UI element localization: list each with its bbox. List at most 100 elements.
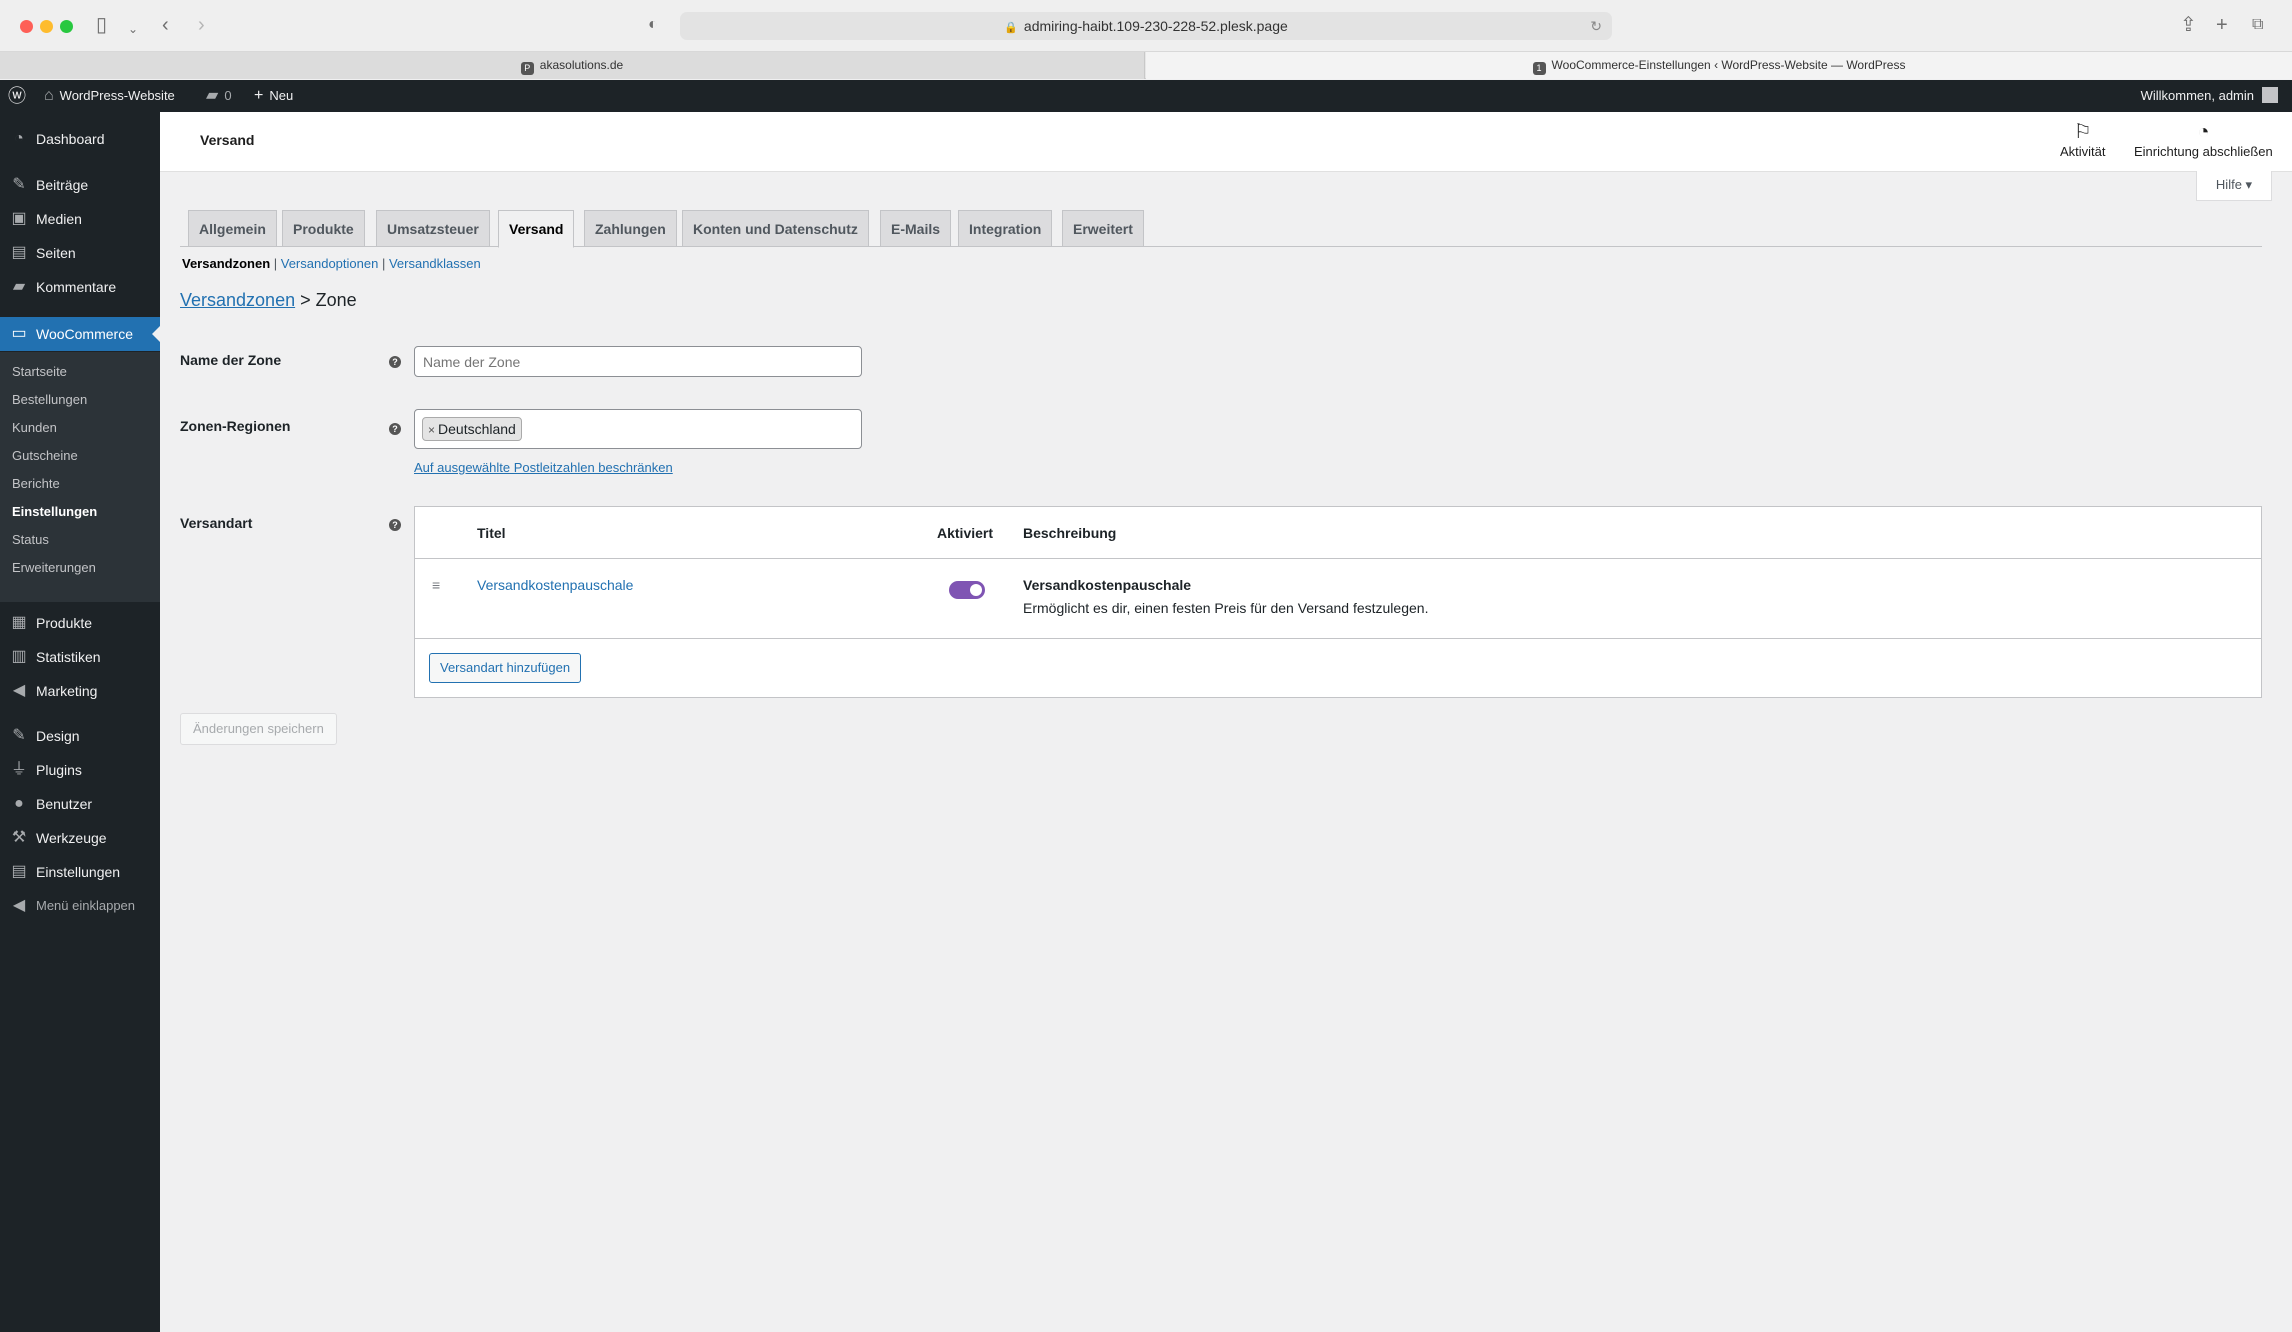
- sidebar-item-label: Produkte: [36, 615, 93, 631]
- submenu-kunden[interactable]: Kunden: [12, 414, 57, 442]
- sidebar-item-pages[interactable]: ▤ Seiten: [0, 236, 160, 270]
- activity-label: Aktivität: [2060, 144, 2106, 159]
- sidebar-item-tools[interactable]: ⚒ Werkzeuge: [0, 821, 160, 855]
- sidebar-toggle-icon[interactable]: ▯: [96, 15, 107, 35]
- submenu-status[interactable]: Status: [12, 526, 49, 554]
- home-icon: ⌂: [44, 87, 54, 104]
- sidebar-item-label: Beiträge: [36, 177, 89, 193]
- save-changes-button[interactable]: Änderungen speichern: [180, 713, 337, 745]
- avatar: [2262, 87, 2278, 103]
- reload-icon[interactable]: ↻: [1590, 12, 1602, 40]
- tab-konten-datenschutz[interactable]: Konten und Datenschutz: [682, 210, 869, 247]
- zoom-window-button[interactable]: [60, 20, 73, 33]
- table-row: ≡ Versandkostenpauschale Versandkostenpa…: [415, 559, 2261, 639]
- sidebar-item-comments[interactable]: ▰ Kommentare: [0, 270, 160, 304]
- settings-icon: ▤: [11, 863, 27, 880]
- comments-link[interactable]: ▰ 0: [206, 80, 232, 112]
- sidebar-item-label: Dashboard: [36, 131, 105, 147]
- sidebar-item-label: Statistiken: [36, 649, 101, 665]
- sidebar-item-marketing[interactable]: ◀ Marketing: [0, 674, 160, 708]
- tab-label: akasolutions.de: [539, 58, 624, 72]
- browser-tab-woocommerce[interactable]: 1 WooCommerce-Einstellungen ‹ WordPress-W…: [1146, 52, 2292, 79]
- submenu-berichte[interactable]: Berichte: [12, 470, 60, 498]
- column-enabled: Aktiviert: [937, 525, 994, 541]
- share-icon[interactable]: ⇪: [2180, 15, 2197, 35]
- sidebar-item-design[interactable]: ✎ Design: [0, 719, 160, 753]
- sidebar-item-label: WooCommerce: [36, 326, 133, 342]
- sidebar-item-analytics[interactable]: ▥ Statistiken: [0, 640, 160, 674]
- tab-overview-icon[interactable]: ⧉: [2252, 15, 2263, 35]
- site-name-link[interactable]: ⌂ WordPress-Website: [44, 80, 175, 112]
- new-content-link[interactable]: + Neu: [254, 80, 293, 112]
- column-title: Titel: [477, 525, 506, 541]
- subnav-versandoptionen[interactable]: Versandoptionen: [281, 256, 379, 271]
- subnav-versandklassen[interactable]: Versandklassen: [389, 256, 481, 271]
- comments-count: 0: [224, 88, 232, 103]
- tab-umsatzsteuer[interactable]: Umsatzsteuer: [376, 210, 490, 247]
- wordpress-logo-icon[interactable]: ⓦ: [8, 80, 26, 112]
- submenu-einstellungen[interactable]: Einstellungen: [12, 498, 97, 526]
- submenu-gutscheine[interactable]: Gutscheine: [12, 442, 78, 470]
- minimize-window-button[interactable]: [40, 20, 53, 33]
- tab-emails[interactable]: E-Mails: [880, 210, 952, 247]
- method-description-title: Versandkostenpauschale: [1023, 577, 1192, 593]
- collapse-menu-button[interactable]: ◀ Menü einklappen: [0, 889, 160, 923]
- remove-chip-icon[interactable]: ×: [428, 423, 435, 437]
- help-button[interactable]: Hilfe ▾: [2196, 171, 2272, 201]
- privacy-shield-icon[interactable]: ◐: [648, 15, 658, 35]
- submenu-erweiterungen[interactable]: Erweiterungen: [12, 554, 96, 582]
- method-enabled-toggle[interactable]: [949, 581, 985, 599]
- setup-label: Einrichtung abschließen: [2134, 144, 2273, 159]
- woocommerce-submenu: Startseite Bestellungen Kunden Gutschein…: [0, 352, 160, 602]
- help-icon[interactable]: ?: [389, 423, 401, 435]
- zone-name-input[interactable]: [414, 346, 862, 377]
- lock-icon: 🔒: [1004, 22, 1018, 34]
- help-icon[interactable]: ?: [389, 356, 401, 368]
- method-title-link[interactable]: Versandkostenpauschale: [477, 577, 633, 593]
- back-icon[interactable]: ‹: [162, 15, 169, 35]
- address-bar[interactable]: 🔒 admiring-haibt.109-230-228-52.plesk.pag…: [680, 12, 1612, 40]
- shipping-method-label: Versandart: [180, 515, 253, 531]
- account-menu[interactable]: Willkommen, admin: [2141, 80, 2278, 112]
- subnav-versandzonen[interactable]: Versandzonen: [182, 256, 270, 271]
- sidebar-item-media[interactable]: ▣ Medien: [0, 202, 160, 236]
- sidebar-item-dashboard[interactable]: ◔ Dashboard: [0, 122, 160, 156]
- drag-handle-icon[interactable]: ≡: [432, 577, 440, 593]
- sidebar-item-plugins[interactable]: ⏚ Plugins: [0, 753, 160, 787]
- user-icon: ●: [14, 795, 24, 812]
- forward-icon[interactable]: ›: [198, 15, 205, 35]
- browser-toolbar: ▯ ⌄ ‹ › ◐ 🔒 admiring-haibt.109-230-228-52…: [0, 0, 2292, 52]
- dashboard-icon: ◔: [14, 130, 24, 147]
- browser-tab-akasolutions[interactable]: Pakasolutions.de: [0, 52, 1145, 79]
- breadcrumb: Versandzonen > Zone: [180, 290, 357, 311]
- tab-produkte[interactable]: Produkte: [282, 210, 365, 247]
- tab-allgemein[interactable]: Allgemein: [188, 210, 277, 247]
- submenu-bestellungen[interactable]: Bestellungen: [12, 386, 87, 414]
- tab-zahlungen[interactable]: Zahlungen: [584, 210, 677, 247]
- tab-versand[interactable]: Versand: [498, 210, 575, 248]
- pin-icon: ✎: [12, 176, 26, 193]
- wp-admin-bar: ⓦ ⌂ WordPress-Website ▰ 0 + Neu Willkommen,…: [0, 80, 2292, 112]
- tab-erweitert[interactable]: Erweitert: [1062, 210, 1144, 247]
- sidebar-item-label: Seiten: [36, 245, 76, 261]
- finish-setup-button[interactable]: ◔ Einrichtung abschließen: [2134, 120, 2273, 159]
- submenu-startseite[interactable]: Startseite: [12, 358, 67, 386]
- shipping-methods-table: Titel Aktiviert Beschreibung ≡ Versandko…: [414, 506, 2262, 698]
- browser-tabs: Pakasolutions.de 1 WooCommerce-Einstellun…: [0, 52, 2292, 79]
- activity-button[interactable]: ⚐ Aktivität: [2060, 120, 2106, 159]
- sidebar-item-woocommerce[interactable]: ▭ WooCommerce: [0, 317, 160, 351]
- zone-regions-select[interactable]: × Deutschland: [414, 409, 862, 449]
- help-icon[interactable]: ?: [389, 519, 401, 531]
- sidebar-item-settings[interactable]: ▤ Einstellungen: [0, 855, 160, 889]
- close-window-button[interactable]: [20, 20, 33, 33]
- limit-postcodes-link[interactable]: Auf ausgewählte Postleitzahlen beschränk…: [414, 460, 673, 475]
- chevron-down-icon[interactable]: ⌄: [128, 19, 138, 39]
- sidebar-item-products[interactable]: ▦ Produkte: [0, 606, 160, 640]
- tab-integration[interactable]: Integration: [958, 210, 1053, 247]
- add-shipping-method-button[interactable]: Versandart hinzufügen: [429, 653, 582, 683]
- breadcrumb-zones-link[interactable]: Versandzonen: [180, 290, 295, 310]
- sidebar-item-users[interactable]: ● Benutzer: [0, 787, 160, 821]
- sidebar-item-posts[interactable]: ✎ Beiträge: [0, 168, 160, 202]
- new-tab-icon[interactable]: +: [2216, 15, 2228, 35]
- sidebar-item-label: Kommentare: [36, 279, 117, 295]
